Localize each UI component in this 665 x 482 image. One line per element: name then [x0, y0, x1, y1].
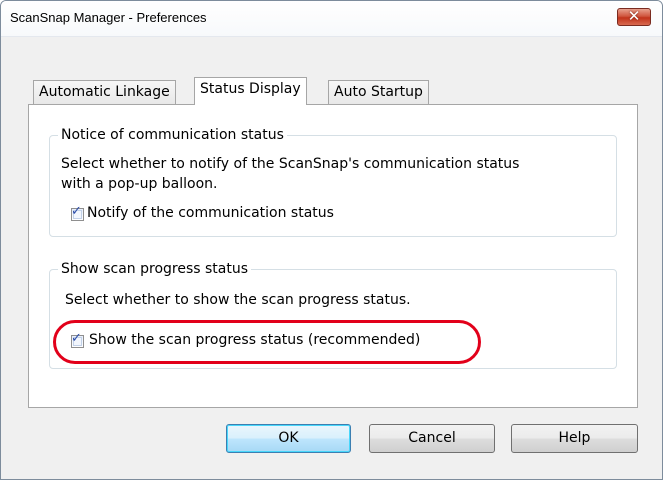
checkmark-icon: ✓ — [71, 204, 82, 219]
status-display-panel: Notice of communication status Select wh… — [28, 104, 638, 408]
window-title: ScanSnap Manager - Preferences — [10, 10, 207, 25]
tab-auto-startup[interactable]: Auto Startup — [328, 80, 429, 104]
scan-progress-group — [49, 269, 617, 369]
tab-automatic-linkage[interactable]: Automatic Linkage — [33, 80, 176, 104]
checkmark-icon: ✓ — [71, 331, 82, 346]
communication-description-line-1: Select whether to notify of the ScanSnap… — [61, 156, 520, 172]
notify-communication-label[interactable]: Notify of the communication status — [87, 205, 334, 221]
show-progress-label[interactable]: Show the scan progress status (recommend… — [89, 332, 420, 348]
scan-progress-legend: Show scan progress status — [58, 261, 252, 277]
communication-status-description: Select whether to notify of the ScanSnap… — [61, 154, 519, 194]
show-progress-checkbox[interactable]: ✓ — [71, 331, 84, 348]
help-button[interactable]: Help — [511, 424, 638, 453]
tab-status-display[interactable]: Status Display — [194, 77, 307, 105]
title-bar[interactable]: ScanSnap Manager - Preferences ✕ — [1, 1, 662, 37]
close-button[interactable]: ✕ — [617, 7, 651, 26]
close-icon: ✕ — [627, 7, 641, 25]
preferences-dialog: ScanSnap Manager - Preferences ✕ Automat… — [0, 0, 663, 480]
communication-description-line-2: with a pop-up balloon. — [61, 176, 218, 192]
notify-communication-checkbox[interactable]: ✓ — [71, 204, 84, 221]
scan-progress-description: Select whether to show the scan progress… — [65, 292, 411, 308]
cancel-button[interactable]: Cancel — [369, 424, 495, 453]
communication-status-legend: Notice of communication status — [58, 127, 287, 143]
ok-button[interactable]: OK — [226, 424, 351, 453]
